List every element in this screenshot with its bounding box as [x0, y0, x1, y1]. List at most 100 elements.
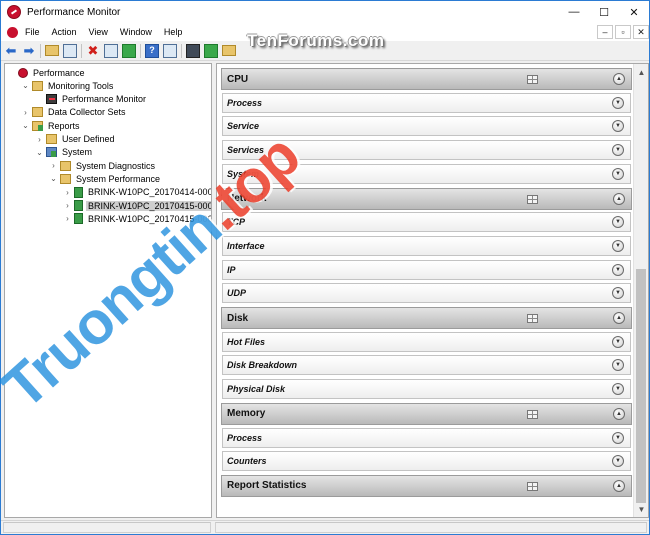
tree-node[interactable]: ⌄ System	[35, 146, 94, 159]
tree-node[interactable]: ⌄ System Performance	[49, 172, 162, 185]
chevron-right-icon[interactable]: ›	[63, 201, 72, 210]
chevron-right-icon[interactable]: ›	[63, 188, 72, 197]
report-icon	[74, 186, 83, 198]
chevron-down-icon[interactable]: ⌄	[21, 121, 30, 130]
system-menu-icon[interactable]	[7, 26, 18, 38]
expand-item-icon[interactable]: ▼	[612, 96, 624, 109]
section-item[interactable]: Service ▼	[222, 116, 631, 137]
tree-node-label: Performance	[33, 67, 85, 78]
section-item[interactable]: Disk Breakdown ▼	[222, 355, 631, 376]
collapse-section-icon[interactable]: ▲	[613, 192, 625, 205]
folder-icon	[32, 107, 43, 118]
tree-node-label: System	[62, 147, 93, 158]
section-item[interactable]: UDP ▼	[222, 283, 631, 304]
chevron-right-icon[interactable]: ›	[63, 214, 72, 223]
table-view-icon[interactable]	[527, 75, 538, 84]
collapse-section-icon[interactable]: ▲	[613, 479, 625, 492]
menu-file[interactable]: File	[25, 27, 40, 37]
section-header[interactable]: CPU ▲	[221, 68, 632, 90]
report-icon[interactable]	[204, 43, 218, 58]
section-item[interactable]: Hot Files ▼	[222, 331, 631, 352]
tree-node[interactable]: ⌄ Reports	[21, 119, 82, 132]
section-item[interactable]: Interface ▼	[222, 235, 631, 256]
expand-item-icon[interactable]: ▼	[612, 287, 624, 300]
expand-item-icon[interactable]: ▼	[612, 216, 624, 229]
menu-window[interactable]: Window	[120, 27, 152, 37]
chevron-down-icon[interactable]: ⌄	[49, 174, 58, 183]
section-item-label: Process	[227, 97, 263, 108]
expand-item-icon[interactable]: ▼	[612, 263, 624, 276]
table-view-icon[interactable]	[527, 194, 538, 204]
expand-item-icon[interactable]: ▼	[612, 359, 624, 372]
reports-folder-icon	[32, 120, 43, 131]
window-controls: — ☐ ✕	[559, 1, 649, 23]
back-arrow-icon[interactable]: ⬅	[4, 44, 18, 58]
section-header[interactable]: Disk ▲	[221, 307, 632, 329]
menu-action[interactable]: Action	[52, 27, 77, 37]
properties-icon[interactable]	[104, 43, 118, 58]
scroll-down-button[interactable]: ▼	[634, 502, 649, 516]
mdi-close-button[interactable]: ✕	[633, 25, 649, 39]
scroll-thumb[interactable]	[636, 269, 646, 503]
menu-view[interactable]: View	[89, 27, 108, 37]
tree-node-label: System Performance	[76, 173, 161, 184]
section-item[interactable]: Process ▼	[222, 427, 631, 448]
up-folder-icon[interactable]	[45, 45, 59, 56]
minimize-button[interactable]: —	[559, 1, 589, 23]
section-item-label: Service	[227, 121, 260, 132]
refresh-icon[interactable]	[122, 43, 136, 58]
mdi-minimize-button[interactable]: –	[597, 25, 613, 39]
chevron-right-icon[interactable]: ›	[21, 108, 30, 117]
open-folder-icon[interactable]	[222, 45, 236, 56]
close-button[interactable]: ✕	[619, 1, 649, 23]
view-report-icon[interactable]	[186, 43, 200, 58]
chevron-down-icon[interactable]: ⌄	[21, 81, 30, 90]
tree-node[interactable]: › System Diagnostics	[49, 159, 157, 172]
tree-node[interactable]: Performance Monitor	[35, 93, 148, 106]
menu-help[interactable]: Help	[164, 27, 183, 37]
section-item[interactable]: Process ▼	[222, 92, 631, 113]
tree-node[interactable]: › User Defined	[35, 133, 117, 146]
expand-item-icon[interactable]: ▼	[612, 455, 624, 468]
show-hide-tree-icon[interactable]	[63, 43, 77, 58]
delete-icon[interactable]: ✖	[86, 44, 100, 58]
monitor-icon	[46, 94, 57, 105]
section-item[interactable]: Physical Disk ▼	[222, 379, 631, 400]
tree-node[interactable]: › Data Collector Sets	[21, 106, 128, 119]
tree-node[interactable]: ⌄ Monitoring Tools	[21, 79, 115, 92]
section-header[interactable]: Report Statistics ▲	[221, 474, 632, 497]
expand-item-icon[interactable]: ▼	[612, 144, 624, 157]
toolbar-separator	[40, 43, 41, 58]
table-view-icon[interactable]	[527, 481, 538, 491]
scroll-up-button[interactable]: ▲	[634, 65, 649, 79]
show-action-pane-icon[interactable]	[163, 43, 177, 58]
tree-node[interactable]: Performance	[7, 66, 87, 79]
expand-item-icon[interactable]: ▼	[612, 120, 624, 133]
expand-item-icon[interactable]: ▼	[612, 239, 624, 252]
collapse-section-icon[interactable]: ▲	[613, 407, 625, 420]
expand-item-icon[interactable]: ▼	[612, 335, 624, 348]
section-header[interactable]: Memory ▲	[221, 402, 632, 425]
chevron-right-icon[interactable]: ›	[35, 135, 44, 144]
mdi-restore-button[interactable]: ▫	[615, 25, 631, 39]
toolbar-separator	[181, 43, 182, 58]
section-item[interactable]: Counters ▼	[222, 451, 631, 472]
collapse-section-icon[interactable]: ▲	[613, 73, 625, 85]
section-item[interactable]: IP ▼	[222, 259, 631, 280]
maximize-button[interactable]: ☐	[589, 1, 619, 23]
section-item[interactable]: TCP ▼	[222, 212, 631, 233]
expand-item-icon[interactable]: ▼	[612, 431, 624, 444]
report-scrollbar[interactable]: ▲ ▼	[633, 64, 648, 517]
performance-monitor-app-icon[interactable]	[7, 5, 21, 19]
title-bar[interactable]: Performance Monitor — ☐ ✕	[1, 1, 649, 23]
expand-item-icon[interactable]: ▼	[612, 383, 624, 396]
collapse-section-icon[interactable]: ▲	[613, 312, 625, 324]
table-view-icon[interactable]	[527, 314, 538, 323]
forward-arrow-icon[interactable]: ➡	[22, 44, 36, 58]
table-view-icon[interactable]	[527, 409, 538, 419]
folder-icon	[32, 80, 43, 91]
help-icon[interactable]: ?	[145, 43, 159, 58]
chevron-right-icon[interactable]: ›	[49, 161, 58, 170]
expand-item-icon[interactable]: ▼	[612, 167, 624, 180]
chevron-down-icon[interactable]: ⌄	[35, 148, 44, 157]
